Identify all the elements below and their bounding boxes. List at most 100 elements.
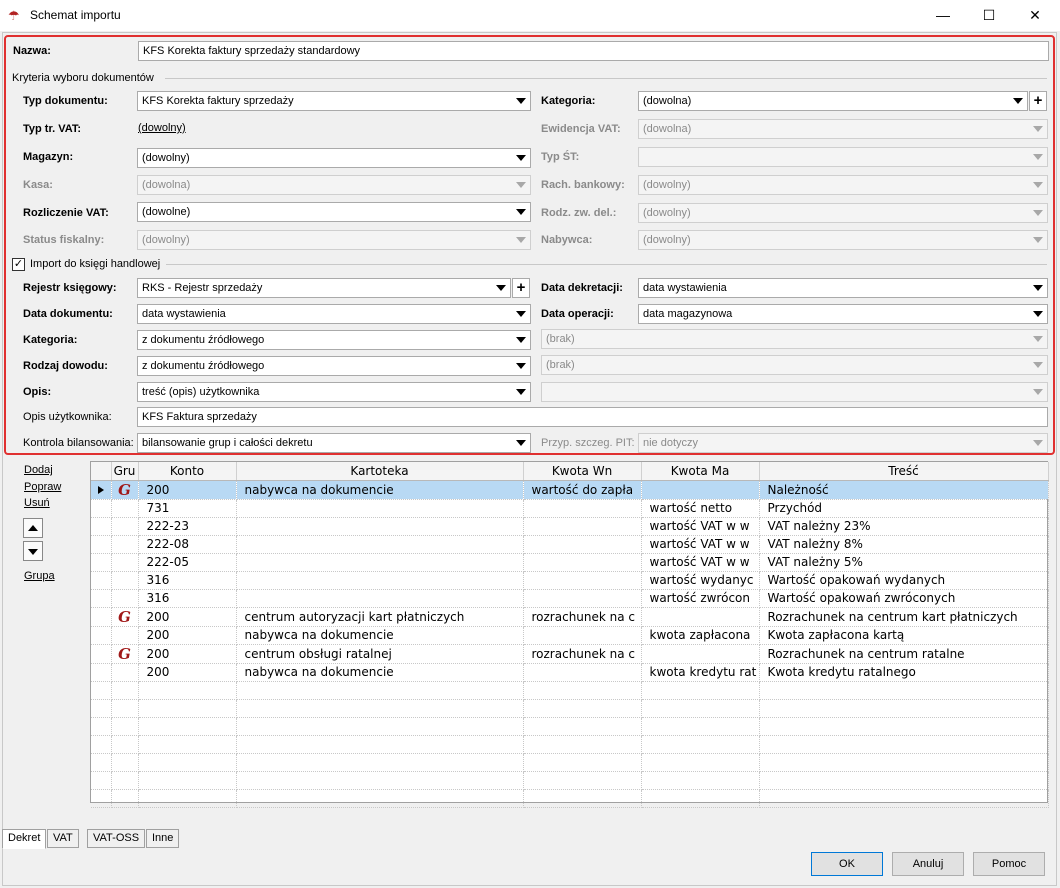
opis-uzytkownika-input[interactable]: KFS Faktura sprzedaży [137, 407, 1048, 427]
rodz-zw-del-select[interactable]: (dowolny) [638, 203, 1048, 223]
rodzaj-dowodu-detail-select[interactable]: (brak) [541, 355, 1048, 375]
magazyn-select[interactable]: (dowolny) [137, 148, 531, 168]
chevron-down-icon [516, 440, 526, 446]
usun-link[interactable]: Usuń [24, 497, 50, 509]
tab-vat-oss[interactable]: VAT-OSS [87, 829, 146, 848]
ewidencja-vat-select[interactable]: (dowolna) [638, 119, 1048, 139]
data-dekretacji-value: data wystawienia [643, 282, 727, 294]
status-fiskalny-select[interactable]: (dowolny) [137, 230, 531, 250]
data-dokumentu-select[interactable]: data wystawienia [137, 304, 531, 324]
table-row[interactable]: 316 wartość zwrócon Wartość opakowań zwróc… [91, 589, 1049, 608]
empty-cell [523, 699, 642, 718]
table-row[interactable]: 222-23 wartość VAT w w VAT należny 23% [91, 517, 1049, 536]
col-tresc[interactable]: Treść [759, 462, 1049, 481]
rodzaj-dowodu-select[interactable]: z dokumentu źródłowego [137, 356, 531, 376]
table-row[interactable]: 731 wartość netto Przychód [91, 499, 1049, 518]
empty-cell [138, 753, 237, 772]
tab-dekret[interactable]: Dekret [2, 829, 47, 849]
empty-row[interactable] [91, 681, 1049, 700]
table-row[interactable]: 200 nabywca na dokumencie kwota zapłacona K… [91, 626, 1049, 645]
opis-uzytkownika-label: Opis użytkownika: [23, 411, 112, 423]
data-dekretacji-select[interactable]: data wystawienia [638, 278, 1048, 298]
window-title: Schemat importu [30, 8, 121, 22]
tresc-cell: Rozrachunek na centrum kart płatniczych [759, 607, 1049, 627]
opis-detail-select[interactable] [541, 382, 1048, 402]
empty-row[interactable] [91, 789, 1049, 808]
kasa-select[interactable]: (dowolna) [137, 175, 531, 195]
chevron-down-icon [516, 155, 526, 161]
col-grupa[interactable]: Gru [111, 462, 139, 481]
tresc-cell: Wartość opakowań zwróconych [759, 589, 1049, 608]
empty-row[interactable] [91, 699, 1049, 718]
close-button[interactable]: ✕ [1012, 0, 1058, 31]
col-kwota-wn[interactable]: Kwota Wn [523, 462, 642, 481]
typ-tr-vat-link[interactable]: (dowolny) [138, 122, 186, 134]
empty-cell [641, 789, 760, 808]
chevron-down-icon [516, 237, 526, 243]
grupa-cell [111, 571, 139, 590]
move-up-button[interactable] [23, 518, 43, 538]
rach-bankowy-select[interactable]: (dowolny) [638, 175, 1048, 195]
rejestr-select[interactable]: RKS - Rejestr sprzedaży [137, 278, 511, 298]
add-kategoria-button[interactable]: + [1029, 91, 1047, 111]
empty-cell [138, 699, 237, 718]
kwota-ma-cell: kwota kredytu rat [641, 663, 760, 682]
kontrola-select[interactable]: bilansowanie grup i całości dekretu [137, 433, 531, 453]
col-kartoteka[interactable]: Kartoteka [236, 462, 524, 481]
import-kategoria-select[interactable]: z dokumentu źródłowego [137, 330, 531, 350]
add-rejestr-button[interactable]: + [512, 278, 530, 298]
nabywca-select[interactable]: (dowolny) [638, 230, 1048, 250]
table-row[interactable]: G 200 centrum autoryzacji kart płatniczych… [91, 607, 1049, 627]
kategoria-select[interactable]: (dowolna) [638, 91, 1028, 111]
table-row[interactable]: 200 nabywca na dokumencie kwota kredytu ra… [91, 663, 1049, 682]
table-row[interactable]: 222-05 wartość VAT w w VAT należny 5% [91, 553, 1049, 572]
przyp-pit-value: nie dotyczy [643, 437, 699, 449]
col-kwota-ma[interactable]: Kwota Ma [641, 462, 760, 481]
kwota-ma-cell: wartość VAT w w [641, 517, 760, 536]
grupa-link[interactable]: Grupa [24, 570, 55, 582]
empty-row[interactable] [91, 735, 1049, 754]
dodaj-link[interactable]: Dodaj [24, 464, 53, 476]
pomoc-button[interactable]: Pomoc [973, 852, 1045, 876]
typ-st-select[interactable] [638, 147, 1048, 167]
konto-cell: 200 [138, 644, 237, 664]
chevron-down-icon [1013, 98, 1023, 104]
tab-inne[interactable]: Inne [146, 829, 180, 848]
col-konto[interactable]: Konto [138, 462, 237, 481]
empty-row[interactable] [91, 771, 1049, 790]
kwota-wn-cell [523, 571, 642, 590]
chevron-down-icon [516, 363, 526, 369]
anuluj-button[interactable]: Anuluj [892, 852, 964, 876]
import-kategoria-detail-select[interactable]: (brak) [541, 329, 1048, 349]
opis-select[interactable]: treść (opis) użytkownika [137, 382, 531, 402]
nazwa-input[interactable]: KFS Korekta faktury sprzedaży standardow… [138, 41, 1049, 61]
minimize-button[interactable]: — [920, 0, 966, 31]
maximize-button[interactable]: ☐ [966, 0, 1012, 31]
table-row[interactable]: 222-08 wartość VAT w w VAT należny 8% [91, 535, 1049, 554]
rejestr-label: Rejestr księgowy: [23, 282, 117, 294]
popraw-link[interactable]: Popraw [24, 481, 61, 493]
table-row[interactable]: G 200 nabywca na dokumencie wartość do zapł… [91, 480, 1049, 500]
nabywca-value: (dowolny) [643, 234, 691, 246]
data-operacji-select[interactable]: data magazynowa [638, 304, 1048, 324]
group-icon: G [118, 480, 131, 499]
table-row[interactable]: G 200 centrum obsługi ratalnej rozrachunek … [91, 644, 1049, 664]
kartoteka-cell: nabywca na dokumencie [236, 480, 524, 500]
chevron-down-icon [516, 389, 526, 395]
typ-dokumentu-select[interactable]: KFS Korekta faktury sprzedaży [137, 91, 531, 111]
move-down-button[interactable] [23, 541, 43, 561]
rozliczenie-vat-select[interactable]: (dowolne) [137, 202, 531, 222]
kategoria-label: Kategoria: [541, 95, 596, 107]
data-dekretacji-label: Data dekretacji: [541, 282, 623, 294]
dekret-grid[interactable]: Gru Konto Kartoteka Kwota Wn Kwota Ma Tr… [90, 461, 1049, 808]
import-checkbox[interactable]: ✓ [12, 258, 25, 271]
empty-row[interactable] [91, 717, 1049, 736]
przyp-pit-select[interactable]: nie dotyczy [638, 433, 1048, 453]
tresc-cell: Rozrachunek na centrum ratalne [759, 644, 1049, 664]
tresc-cell: VAT należny 5% [759, 553, 1049, 572]
empty-row[interactable] [91, 753, 1049, 772]
tab-vat[interactable]: VAT [47, 829, 79, 848]
import-checkbox-label[interactable]: Import do księgi handlowej [30, 258, 160, 270]
table-row[interactable]: 316 wartość wydanyc Wartość opakowań wydan… [91, 571, 1049, 590]
ok-button[interactable]: OK [811, 852, 883, 876]
